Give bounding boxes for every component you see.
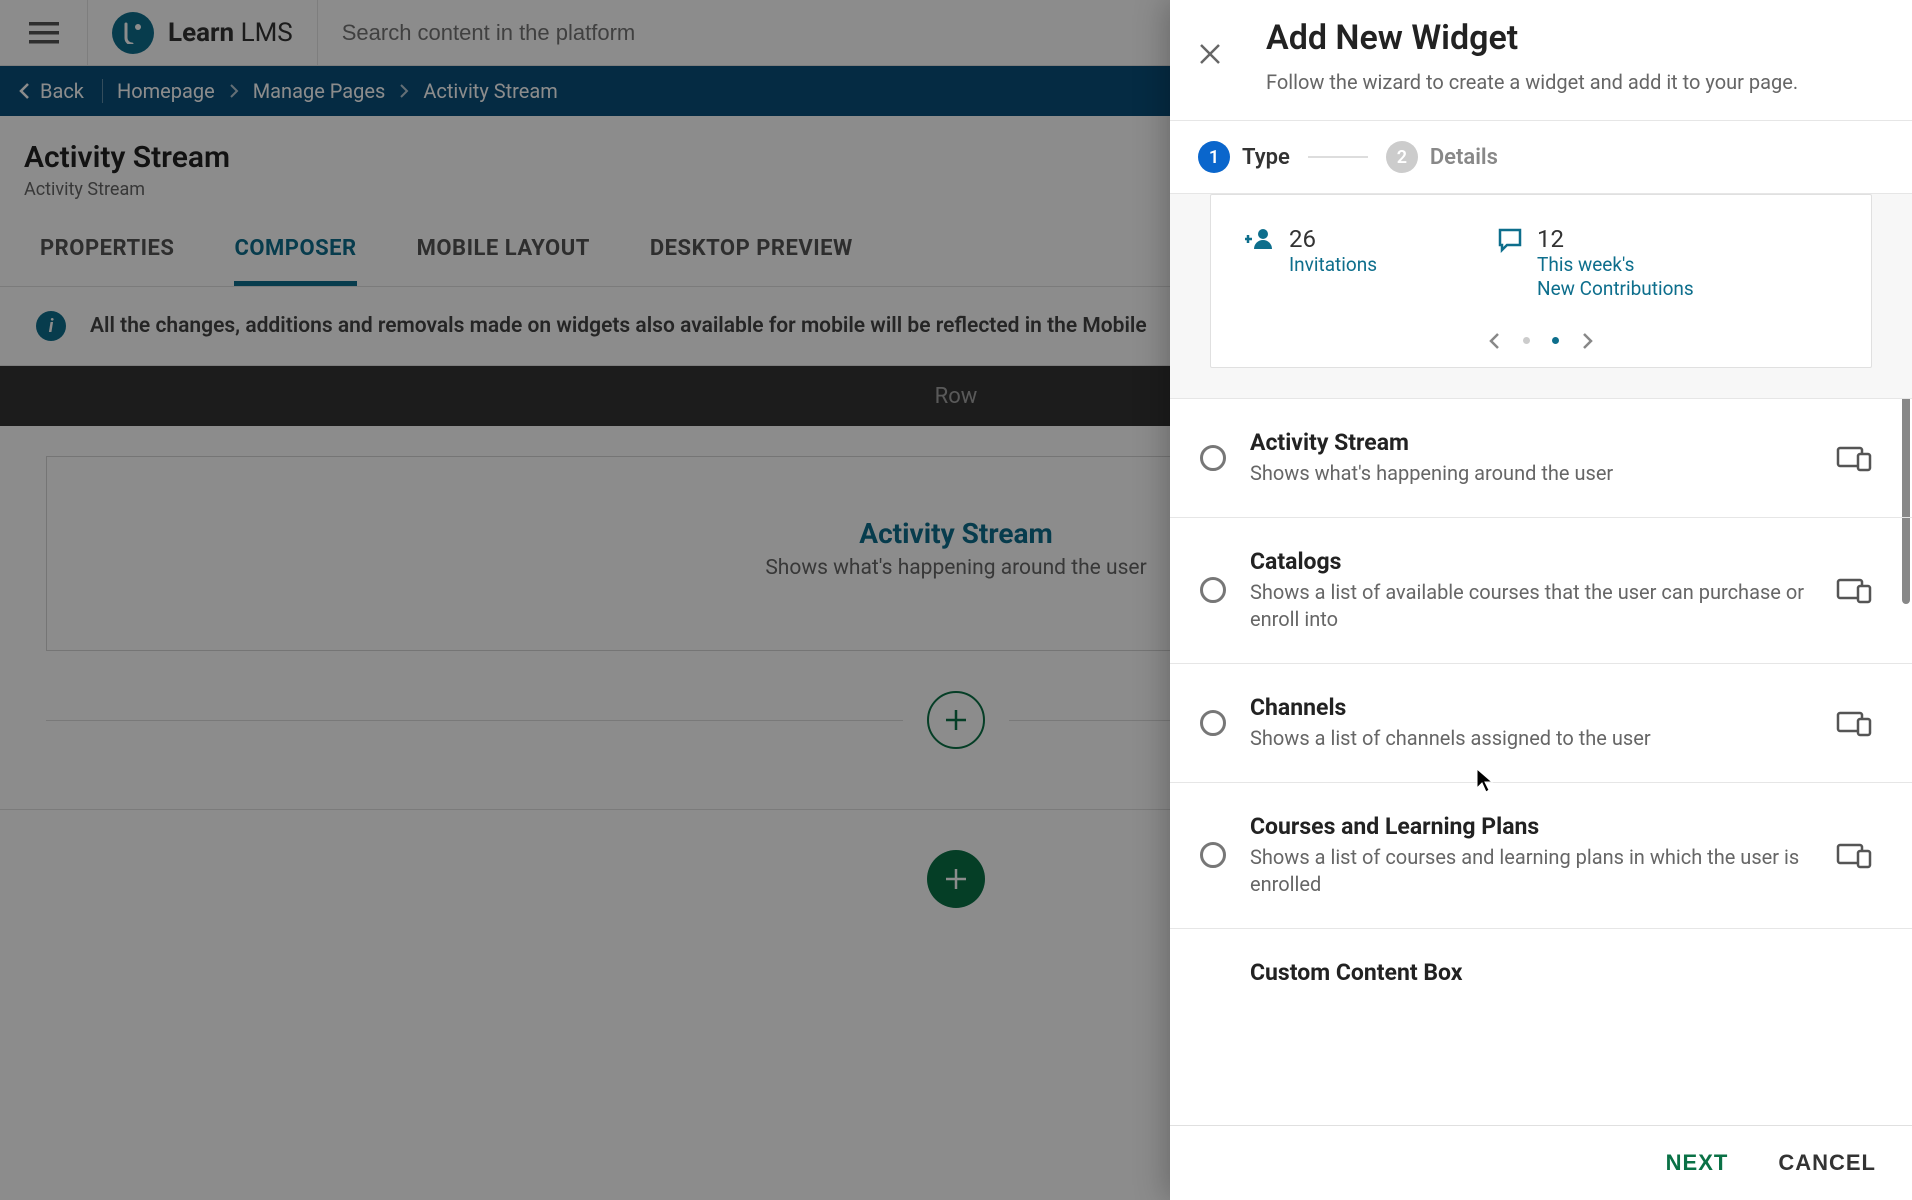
step-connector bbox=[1308, 156, 1368, 158]
close-button[interactable] bbox=[1186, 30, 1234, 78]
widget-preview: 26 Invitations 12 This week'sNew Contrib… bbox=[1170, 194, 1912, 398]
radio-button[interactable] bbox=[1200, 710, 1226, 736]
drawer-header: Add New Widget Follow the wizard to crea… bbox=[1170, 0, 1912, 121]
devices-icon bbox=[1836, 444, 1872, 472]
drawer-subtitle: Follow the wizard to create a widget and… bbox=[1266, 70, 1798, 94]
people-plus-icon bbox=[1245, 227, 1275, 249]
chat-icon bbox=[1497, 227, 1523, 253]
drawer-footer: NEXT CANCEL bbox=[1170, 1125, 1912, 1200]
carousel-controls bbox=[1235, 331, 1847, 367]
wizard-stepper: 1 Type 2 Details bbox=[1170, 121, 1912, 194]
drawer-body: 26 Invitations 12 This week'sNew Contrib… bbox=[1170, 194, 1912, 1125]
option-channels[interactable]: Channels Shows a list of channels assign… bbox=[1170, 663, 1912, 782]
step-type[interactable]: 1 Type bbox=[1198, 141, 1290, 173]
carousel-dot-active[interactable] bbox=[1552, 337, 1559, 344]
cancel-button[interactable]: CANCEL bbox=[1778, 1150, 1876, 1176]
add-widget-drawer: Add New Widget Follow the wizard to crea… bbox=[1170, 0, 1912, 1200]
close-icon bbox=[1198, 42, 1222, 66]
chevron-left-icon[interactable] bbox=[1487, 331, 1501, 351]
option-courses-learning-plans[interactable]: Courses and Learning Plans Shows a list … bbox=[1170, 782, 1912, 928]
preview-stat-contributions: 12 This week'sNew Contributions bbox=[1497, 225, 1694, 301]
carousel-dot[interactable] bbox=[1523, 337, 1530, 344]
option-activity-stream[interactable]: Activity Stream Shows what's happening a… bbox=[1170, 398, 1912, 517]
step-details[interactable]: 2 Details bbox=[1386, 141, 1498, 173]
radio-button[interactable] bbox=[1200, 445, 1226, 471]
next-button[interactable]: NEXT bbox=[1666, 1150, 1729, 1176]
option-custom-content-box[interactable]: Custom Content Box bbox=[1170, 928, 1912, 1016]
devices-icon bbox=[1836, 709, 1872, 737]
option-catalogs[interactable]: Catalogs Shows a list of available cours… bbox=[1170, 517, 1912, 663]
drawer-title: Add New Widget bbox=[1266, 18, 1798, 58]
radio-button[interactable] bbox=[1200, 842, 1226, 868]
preview-stat-invitations: 26 Invitations bbox=[1245, 225, 1377, 301]
devices-icon bbox=[1836, 576, 1872, 604]
radio-button[interactable] bbox=[1200, 577, 1226, 603]
devices-icon bbox=[1836, 841, 1872, 869]
chevron-right-icon[interactable] bbox=[1581, 331, 1595, 351]
